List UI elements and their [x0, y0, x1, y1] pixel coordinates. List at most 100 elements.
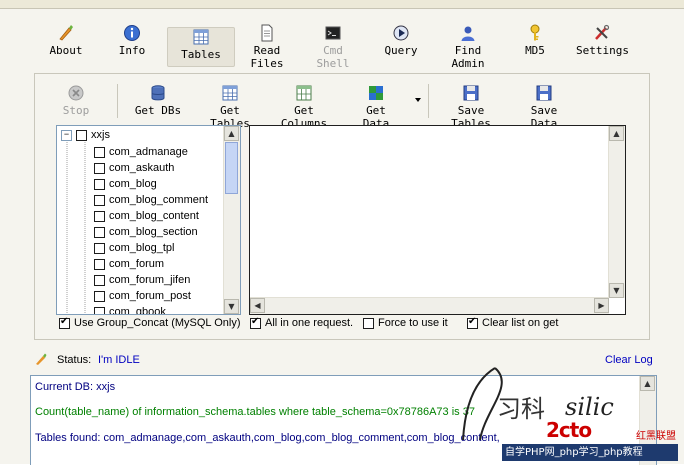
database-icon: [151, 85, 165, 101]
clear-list-option[interactable]: Clear list on get: [467, 316, 558, 330]
tree-item[interactable]: com_blog_section: [94, 224, 198, 240]
save-tables-button[interactable]: Save Tables: [437, 84, 505, 130]
list-horizontal-scrollbar[interactable]: ◀ ▶: [250, 297, 609, 314]
collapse-icon[interactable]: −: [61, 129, 72, 141]
tree-item-checkbox[interactable]: [94, 258, 105, 270]
tree-item-checkbox[interactable]: [94, 274, 105, 286]
tree-item[interactable]: com_blog_comment: [94, 192, 208, 208]
tree-item-label: com_forum_post: [109, 290, 191, 302]
get-columns-button[interactable]: Get Columns: [269, 84, 339, 130]
stop-icon: [68, 85, 84, 101]
toolbar-label: About: [49, 44, 83, 57]
scroll-right-icon[interactable]: ▶: [594, 298, 609, 313]
table-icon: [222, 85, 238, 101]
all-in-one-checkbox[interactable]: [250, 316, 261, 329]
tree-root-checkbox[interactable]: [76, 129, 87, 141]
tree-item-checkbox[interactable]: [94, 290, 105, 302]
data-grid-icon: [369, 86, 383, 100]
scroll-left-icon[interactable]: ◀: [250, 298, 265, 313]
floppy-disk-icon: [536, 85, 552, 101]
toolbar-cmd-shell-button[interactable]: Cmd Shell: [305, 24, 361, 70]
tree-item-label: com_blog_comment: [109, 194, 209, 206]
tree-item[interactable]: com_blog_content: [94, 208, 199, 224]
watermark-footer: 自学PHP网_php学习_php教程: [502, 444, 678, 461]
tree-root-label: xxjs: [91, 129, 110, 141]
use-group-concat-option[interactable]: Use Group_Concat (MySQL Only): [59, 316, 240, 330]
scroll-down-icon[interactable]: ▼: [224, 299, 239, 314]
toolbar-read-files-button[interactable]: Read Files: [236, 24, 298, 70]
title-bar-edge: [0, 0, 684, 9]
tree-item-checkbox[interactable]: [94, 178, 105, 190]
save-data-button[interactable]: Save Data: [515, 84, 573, 130]
floppy-disk-icon: [463, 85, 479, 101]
tree-item-label: com_blog_section: [109, 226, 198, 238]
tree-item-label: com_askauth: [109, 162, 175, 174]
toolbar-tables-button[interactable]: Tables: [167, 27, 235, 67]
tree-item[interactable]: com_blog: [94, 176, 157, 192]
toolbar-label: Read Files: [250, 44, 284, 70]
log-line: Count(table_name) of information_schema.…: [35, 406, 475, 418]
force-to-use-label: Force to use it: [378, 317, 448, 329]
tree-item-checkbox[interactable]: [94, 194, 105, 206]
tree-item-checkbox[interactable]: [94, 210, 105, 222]
toolbar-label: Info: [118, 44, 146, 57]
toolbar-query-button[interactable]: Query: [383, 24, 419, 64]
document-icon: [261, 24, 273, 42]
tree-item-checkbox[interactable]: [94, 226, 105, 238]
clear-list-checkbox[interactable]: [467, 316, 478, 329]
tree-item[interactable]: com_admanage: [94, 144, 188, 160]
tree-item-checkbox[interactable]: [94, 146, 105, 158]
tree-item-label: com_admanage: [109, 146, 188, 158]
scroll-up-icon[interactable]: ▲: [609, 126, 624, 141]
use-group-concat-checkbox[interactable]: [59, 316, 70, 329]
database-tree[interactable]: − xxjs com_admanage com_askauth com_blogcom…: [56, 125, 241, 315]
tree-item[interactable]: com_askauth: [94, 160, 174, 176]
tree-item[interactable]: com_forum_post: [94, 288, 191, 304]
tree-item[interactable]: com_gbook: [94, 304, 166, 314]
tree-item-label: com_forum: [109, 258, 165, 270]
toolbar-settings-button[interactable]: Settings: [576, 24, 629, 64]
scroll-thumb[interactable]: [225, 142, 238, 194]
carrot-pen-icon: [59, 25, 73, 41]
tree-vertical-scrollbar[interactable]: ▲ ▼: [223, 126, 240, 314]
toolbar-md5-button[interactable]: MD5: [520, 24, 550, 64]
tree-item-checkbox[interactable]: [94, 242, 105, 254]
force-to-use-option[interactable]: Force to use it: [363, 316, 448, 330]
toolbar-find-admin-button[interactable]: Find Admin: [437, 24, 499, 70]
key-icon: [530, 24, 540, 41]
tree-item-label: com_forum_jifen: [109, 274, 191, 286]
log-line: Tables found: com_admanage,com_askauth,c…: [35, 432, 500, 444]
toolbar-label: Tables: [181, 48, 221, 61]
clear-log-link[interactable]: Clear Log: [605, 354, 653, 366]
watermark-brand-cn: 红黑联盟: [636, 431, 676, 442]
tools-icon: [595, 24, 610, 40]
tree-item[interactable]: com_forum: [94, 256, 164, 272]
force-to-use-checkbox[interactable]: [363, 317, 374, 329]
info-icon: [124, 25, 140, 41]
tree-item[interactable]: com_forum_jifen: [94, 272, 190, 288]
columns-icon: [296, 85, 312, 101]
tree-item-checkbox[interactable]: [94, 306, 105, 314]
carrot-pen-icon: [36, 353, 47, 365]
scroll-up-icon[interactable]: ▲: [224, 126, 239, 141]
results-list[interactable]: ▲ ▼ ◀ ▶: [249, 125, 626, 315]
toolbar-label: Settings: [576, 44, 629, 57]
tree-root-row[interactable]: − xxjs: [61, 127, 110, 143]
toolbar-label: Query: [384, 44, 418, 57]
toolbar-about-button[interactable]: About: [46, 24, 86, 64]
tree-item[interactable]: com_blog_tpl: [94, 240, 174, 256]
get-tables-button[interactable]: Get Tables: [199, 84, 261, 130]
query-icon: [393, 25, 409, 41]
get-dbs-button[interactable]: Get DBs: [134, 84, 182, 120]
watermark-silic: silic: [565, 393, 614, 421]
all-in-one-option[interactable]: All in one request.: [250, 316, 353, 330]
tree-item-checkbox[interactable]: [94, 162, 105, 174]
stop-button[interactable]: Stop: [58, 84, 94, 120]
scroll-up-icon[interactable]: ▲: [640, 376, 655, 391]
get-data-dropdown-icon[interactable]: [415, 98, 421, 102]
list-vertical-scrollbar[interactable]: ▲ ▼: [608, 126, 625, 298]
get-data-button[interactable]: Get Data: [350, 84, 402, 130]
toolbar-info-button[interactable]: Info: [114, 24, 150, 64]
watermark-chars: 习科: [497, 395, 545, 423]
scroll-down-icon[interactable]: ▼: [609, 283, 624, 298]
